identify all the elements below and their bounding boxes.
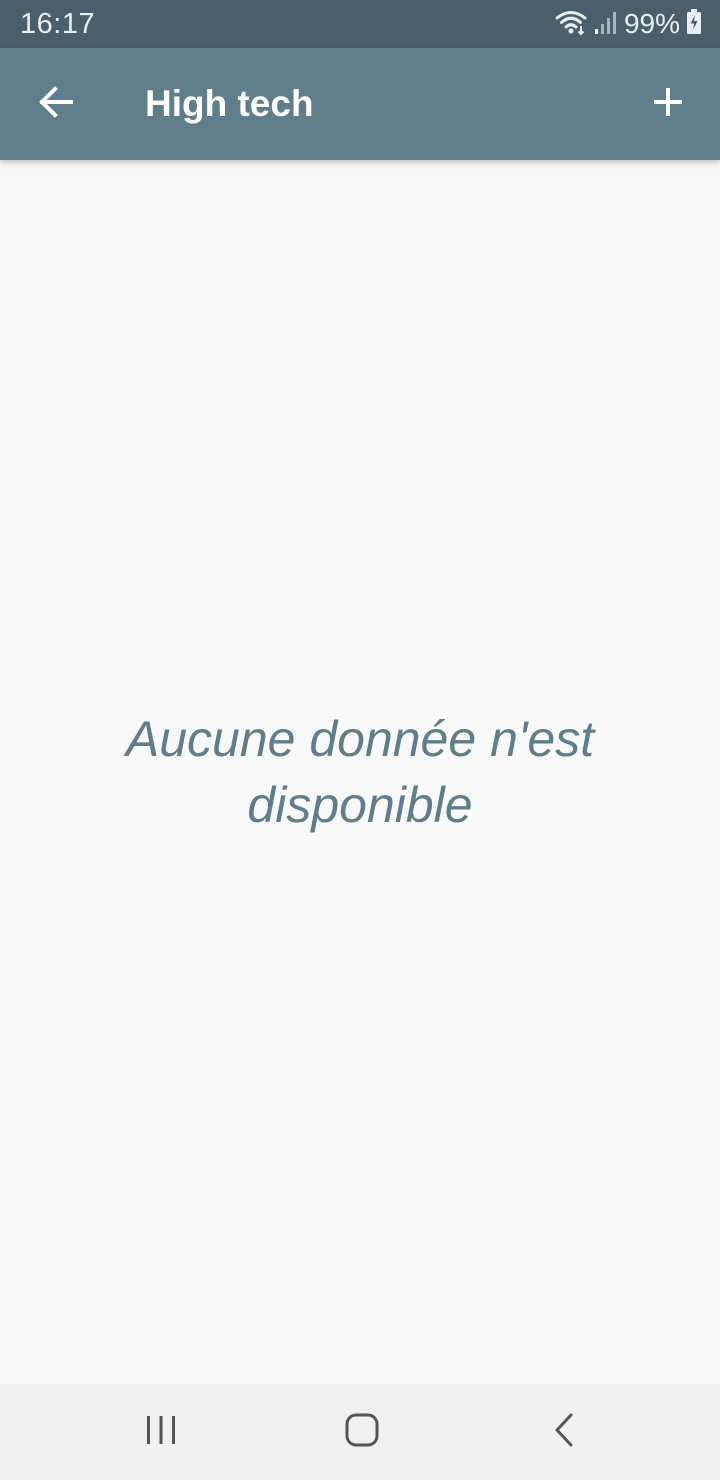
page-title: High tech — [145, 83, 314, 124]
signal-icon — [594, 9, 618, 40]
app-bar: High tech — [0, 48, 720, 160]
status-bar: 16:17 99% — [0, 0, 720, 48]
status-icons: 99% — [554, 6, 702, 42]
wifi-icon — [554, 8, 588, 41]
screen: 16:17 99% High tech Aucune donnée n'est … — [0, 0, 720, 1480]
battery-percent: 99% — [623, 8, 680, 39]
empty-state-message: Aucune donnée n'est disponible — [125, 711, 595, 833]
home-icon — [344, 1412, 380, 1453]
battery-charging-icon — [686, 8, 702, 40]
add-button[interactable] — [636, 76, 700, 132]
arrow-back-icon — [38, 85, 74, 123]
recents-icon — [144, 1415, 178, 1450]
home-button[interactable] — [322, 1402, 402, 1462]
nav-back-button[interactable] — [524, 1402, 604, 1462]
navigation-bar — [0, 1384, 720, 1480]
recents-button[interactable] — [121, 1402, 201, 1462]
status-time: 16:17 — [20, 8, 96, 40]
back-icon — [553, 1413, 575, 1452]
back-button[interactable] — [24, 76, 88, 132]
plus-icon — [652, 86, 684, 123]
